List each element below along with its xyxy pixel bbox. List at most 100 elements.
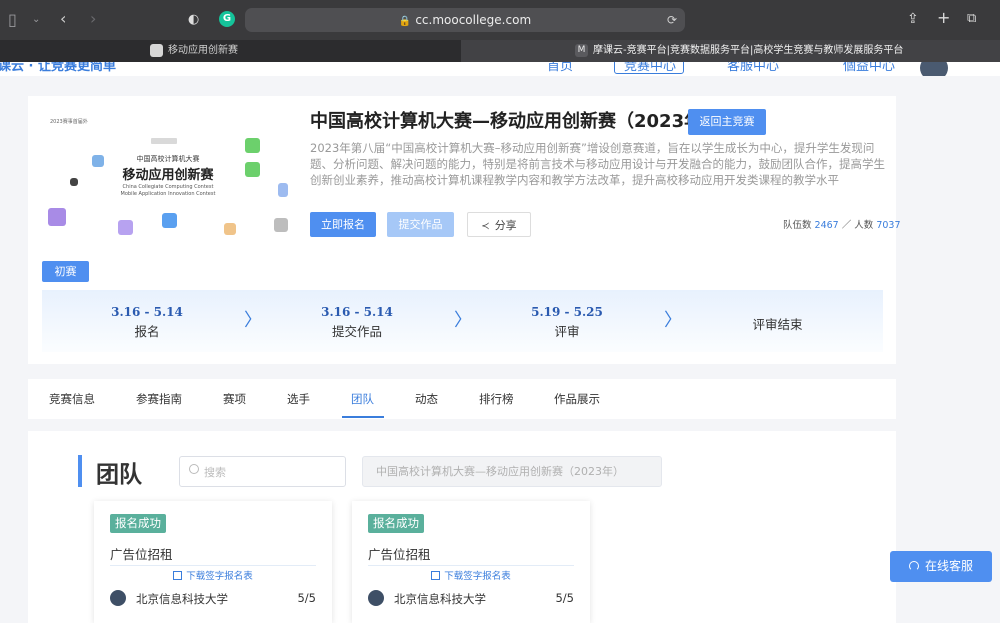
headset-icon — [908, 561, 919, 571]
tab-news[interactable]: 动态 — [415, 391, 438, 407]
teams-label: 队伍数 — [783, 220, 812, 231]
people-label: 人数 — [854, 220, 874, 231]
timeline-step: 5.19 - 5.25 评审 — [462, 290, 672, 352]
avatar[interactable] — [920, 62, 948, 76]
school-name: 北京信息科技大学 — [136, 592, 228, 606]
tab-leaderboard[interactable]: 排行榜 — [479, 391, 514, 407]
timeline-step: 评审结束 — [672, 290, 883, 352]
download-link[interactable]: 下载签字报名表 — [352, 568, 590, 582]
school-name: 北京信息科技大学 — [394, 592, 486, 606]
share-icon[interactable]: ⇪ — [907, 11, 919, 27]
status-badge: 报名成功 — [110, 514, 166, 533]
search-box[interactable] — [179, 456, 346, 487]
download-label: 下载签字报名表 — [444, 571, 511, 582]
site-header: 课云 · 让竞赛更简单 首页 竞赛中心 客服中心 個益中心 — [0, 62, 1000, 76]
search-icon — [189, 464, 199, 474]
tab-showcase[interactable]: 作品展示 — [554, 391, 600, 407]
nav-home[interactable]: 首页 — [547, 62, 573, 74]
app-icon — [245, 138, 260, 153]
team-card[interactable]: 报名成功 广告位招租 下载签字报名表 北京信息科技大学 5/5 — [352, 501, 590, 623]
grammarly-icon[interactable]: G — [219, 11, 235, 27]
favicon-icon: M — [575, 43, 588, 57]
download-icon — [431, 571, 441, 580]
app-icon — [48, 208, 66, 226]
people-count: 7037 — [876, 220, 901, 231]
sidebar-toggle-icon[interactable]: ▯ — [8, 12, 17, 28]
tab-competition-info[interactable]: 竞赛信息 — [49, 391, 95, 407]
lock-icon: 🔒 — [398, 16, 412, 27]
poster-icon — [151, 138, 177, 144]
active-tab-underline — [342, 416, 384, 418]
url-text: cc.moocollege.com — [415, 13, 532, 27]
download-link[interactable]: 下载签字报名表 — [94, 568, 332, 582]
competition-select[interactable]: 中国高校计算机大赛—移动应用创新赛（2023年） — [362, 456, 662, 487]
address-bar[interactable]: 🔒 cc.moocollege.com ⟳ — [245, 8, 685, 32]
forward-icon[interactable]: › — [90, 11, 96, 27]
competition-poster: 2023赛事首届外 中国高校计算机大赛 移动应用创新赛 China Colleg… — [38, 108, 290, 242]
poster-subtitle: Mobile Application Innovation Contest — [120, 191, 216, 197]
competition-stats: 队伍数 2467 ／ 人数 7037 — [783, 220, 901, 231]
poster-subtitle: China Collegiate Computing Contest — [122, 184, 214, 190]
shield-icon[interactable]: ◐ — [188, 12, 199, 28]
page-title: 团队 — [96, 462, 142, 488]
tab-label: 移动应用创新赛 — [168, 45, 238, 56]
school-avatar — [110, 590, 126, 606]
service-label: 在线客服 — [924, 559, 973, 573]
tab-label: 摩课云-竞赛平台|竞赛数据服务平台|高校学生竞赛与教师发展服务平台 — [593, 45, 904, 56]
app-icon — [70, 178, 78, 186]
submit-work-button[interactable]: 提交作品 — [387, 212, 454, 237]
teams-count: 2467 — [814, 220, 839, 231]
team-name: 广告位招租 — [110, 547, 173, 562]
member-count: 5/5 — [297, 591, 316, 605]
divider — [368, 565, 574, 566]
app-icon — [245, 162, 260, 177]
back-to-main-button[interactable]: 返回主竞赛 — [688, 109, 766, 135]
step-label: 评审结束 — [752, 317, 803, 332]
tab-events[interactable]: 赛项 — [223, 391, 246, 407]
stage-badge[interactable]: 初赛 — [42, 261, 89, 282]
team-card[interactable]: 报名成功 广告位招租 下载签字报名表 北京信息科技大学 5/5 — [94, 501, 332, 623]
timeline-step: 3.16 - 5.14 报名 — [42, 290, 252, 352]
download-label: 下载签字报名表 — [186, 571, 253, 582]
step-label: 评审 — [554, 324, 580, 339]
app-icon — [92, 155, 104, 167]
browser-tab-active[interactable]: M 摩课云-竞赛平台|竞赛数据服务平台|高校学生竞赛与教师发展服务平台 — [461, 40, 1000, 62]
poster-title-big: 移动应用创新赛 — [122, 168, 214, 183]
download-icon — [173, 571, 183, 580]
nav-competition[interactable]: 竞赛中心 — [624, 62, 676, 74]
reload-icon[interactable]: ⟳ — [667, 8, 677, 32]
nav-service[interactable]: 客服中心 — [727, 62, 779, 74]
new-tab-icon[interactable]: + — [937, 10, 950, 26]
app-icon — [278, 183, 288, 197]
app-icon — [118, 220, 133, 235]
heading-accent-bar — [78, 455, 82, 487]
tab-overview-icon[interactable]: ⧉ — [967, 11, 976, 27]
step-label: 提交作品 — [331, 324, 382, 339]
share-label: 分享 — [494, 219, 517, 232]
nav-other[interactable]: 個益中心 — [843, 62, 895, 74]
poster-title-small: 中国高校计算机大赛 — [136, 155, 200, 163]
competition-description: 2023年第八届“中国高校计算机大赛–移动应用创新赛”增设创意赛道，旨在以学生成… — [310, 141, 885, 187]
app-icon — [274, 218, 288, 232]
share-button[interactable]: ≺ 分享 — [467, 212, 531, 237]
back-icon[interactable]: ‹ — [60, 11, 66, 27]
tab-guide[interactable]: 参赛指南 — [136, 391, 182, 407]
team-name: 广告位招租 — [368, 547, 431, 562]
share-icon: ≺ — [481, 221, 490, 232]
browser-toolbar: ▯ ⌄ ‹ › ◐ G 🔒 cc.moocollege.com ⟳ ⇪ + ⧉ — [0, 0, 1000, 40]
app-icon — [162, 213, 177, 228]
tab-players[interactable]: 选手 — [287, 391, 310, 407]
stage-timeline: 3.16 - 5.14 报名 〉 3.16 - 5.14 提交作品 〉 5.19… — [42, 290, 883, 352]
browser-tab-strip: 移动应用创新赛 M 摩课云-竞赛平台|竞赛数据服务平台|高校学生竞赛与教师发展服务… — [0, 40, 1000, 62]
content-tabs: 竞赛信息 参赛指南 赛项 选手 团队 动态 排行榜 作品展示 — [28, 379, 896, 419]
chevron-down-icon[interactable]: ⌄ — [32, 12, 40, 28]
site-logo[interactable]: 课云 · 让竞赛更简单 — [0, 62, 116, 74]
register-button[interactable]: 立即报名 — [310, 212, 376, 237]
poster-top-label: 2023赛事首届外 — [50, 119, 88, 125]
step-date: 3.16 - 5.14 — [111, 305, 183, 319]
online-service-button[interactable]: 在线客服 — [890, 551, 992, 582]
search-input[interactable] — [204, 462, 339, 482]
browser-tab[interactable]: 移动应用创新赛 — [0, 40, 461, 62]
tab-teams[interactable]: 团队 — [351, 391, 374, 407]
timeline-step: 3.16 - 5.14 提交作品 — [252, 290, 462, 352]
